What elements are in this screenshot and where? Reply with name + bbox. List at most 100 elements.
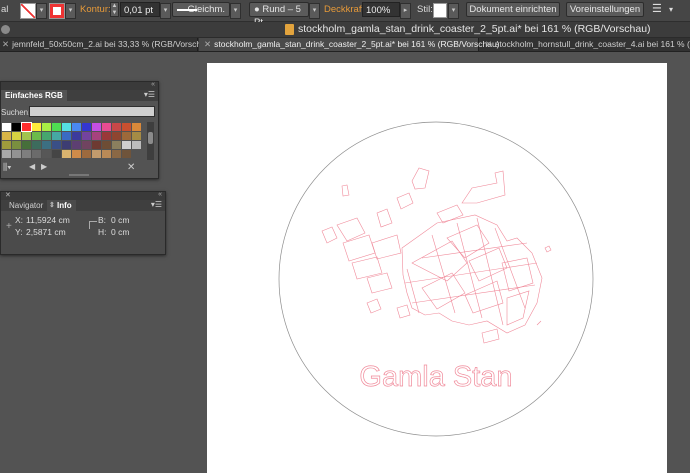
opacity-field[interactable]: 100% — [362, 2, 400, 17]
artboard[interactable]: Gamla Stan — [207, 63, 667, 473]
stroke-swatch[interactable] — [49, 3, 65, 19]
color-swatch[interactable] — [102, 123, 111, 131]
color-swatch[interactable] — [92, 132, 101, 140]
tab-close-icon[interactable]: ✕ — [204, 39, 211, 49]
color-swatch[interactable] — [112, 141, 121, 149]
color-swatch[interactable] — [102, 150, 111, 158]
doc-setup-button[interactable]: Dokument einrichten — [466, 2, 560, 17]
color-swatch[interactable] — [12, 150, 21, 158]
color-swatch[interactable] — [82, 132, 91, 140]
color-swatch[interactable] — [102, 132, 111, 140]
arrange-icon[interactable]: ☰ — [652, 3, 666, 16]
stroke-weight-field[interactable]: 0,01 pt — [120, 2, 160, 17]
color-swatch[interactable] — [122, 132, 131, 140]
stroke-weight-dropdown-icon[interactable]: ▾ — [160, 3, 171, 19]
prev-library-icon[interactable]: ◀ — [29, 162, 35, 171]
swatch-library-icon[interactable]: ⫼▾ — [3, 162, 12, 173]
brush-dropdown-icon[interactable]: ▾ — [309, 3, 320, 19]
brush-select[interactable]: ● Rund – 5 Pt. — [249, 2, 309, 28]
color-swatch[interactable] — [22, 132, 31, 140]
color-swatch[interactable] — [2, 123, 11, 131]
opacity-dropdown-icon[interactable]: ▸ — [400, 3, 411, 19]
color-swatch[interactable] — [2, 141, 11, 149]
color-swatch[interactable] — [32, 141, 41, 149]
collapse-icon[interactable]: « — [158, 191, 162, 198]
color-swatch[interactable] — [12, 141, 21, 149]
tab-hornstull[interactable]: ✕ stockholm_hornstull_drink_coaster_4.ai … — [480, 38, 690, 51]
color-swatch[interactable] — [32, 150, 41, 158]
color-swatch[interactable] — [2, 150, 11, 158]
stroke-weight-stepper[interactable]: ▲ ▼ — [110, 2, 119, 17]
color-swatch[interactable] — [12, 123, 21, 131]
collapse-icon[interactable]: « — [151, 81, 155, 88]
tab-jemnfeld[interactable]: ✕ jemnfeld_50x50cm_2.ai bei 33,33 % (RGB/… — [0, 38, 213, 51]
panel-close-icon[interactable]: ✕ — [5, 191, 11, 199]
tab-einfaches-rgb[interactable]: Einfaches RGB — [1, 90, 67, 101]
swatch-scrollbar[interactable] — [147, 122, 154, 160]
color-swatch[interactable] — [112, 150, 121, 158]
color-swatch[interactable] — [42, 132, 51, 140]
tab-navigator[interactable]: Navigator — [5, 200, 47, 211]
panel-grip[interactable]: ✕ « — [1, 191, 165, 200]
tab-gamla-stan[interactable]: ✕ stockholm_gamla_stan_drink_coaster_2_5p… — [199, 38, 500, 51]
color-swatch[interactable] — [22, 150, 31, 158]
stroke-profile-dropdown-icon[interactable]: ▾ — [230, 3, 241, 19]
color-swatch[interactable] — [72, 141, 81, 149]
color-swatch[interactable] — [92, 123, 101, 131]
color-swatch[interactable] — [62, 141, 71, 149]
color-swatch[interactable] — [132, 132, 141, 140]
preferences-button[interactable]: Voreinstellungen — [566, 2, 644, 17]
stroke-profile-select[interactable]: Gleichm. — [172, 2, 230, 17]
color-swatch[interactable] — [82, 123, 91, 131]
color-swatch[interactable] — [132, 123, 141, 131]
tab-close-icon[interactable]: ✕ — [2, 39, 9, 49]
color-swatch[interactable] — [102, 141, 111, 149]
color-swatch[interactable] — [112, 132, 121, 140]
color-swatch[interactable] — [62, 132, 71, 140]
swatch-options-icon[interactable]: ✕ — [127, 162, 135, 173]
panel-grip[interactable]: « — [1, 81, 158, 90]
color-swatch[interactable] — [132, 141, 141, 149]
color-swatch[interactable] — [12, 132, 21, 140]
tab-close-icon[interactable]: ✕ — [485, 39, 492, 49]
style-swatch[interactable] — [433, 3, 447, 18]
color-swatch[interactable] — [92, 141, 101, 149]
scroll-thumb[interactable] — [148, 132, 153, 144]
deckkraft-label[interactable]: Deckkraft: — [324, 4, 367, 15]
color-swatch[interactable] — [52, 123, 61, 131]
fill-dropdown-icon[interactable]: ▾ — [36, 3, 47, 19]
kontur-label[interactable]: Kontur: — [80, 4, 111, 15]
color-swatch[interactable] — [52, 150, 61, 158]
color-swatch[interactable] — [52, 132, 61, 140]
tab-info[interactable]: ⇕ Info — [47, 200, 76, 211]
color-swatch[interactable] — [72, 123, 81, 131]
fill-swatch[interactable] — [20, 3, 36, 19]
window-close-icon[interactable] — [1, 25, 10, 34]
color-swatch[interactable] — [112, 123, 121, 131]
color-swatch[interactable] — [52, 141, 61, 149]
color-swatch[interactable] — [32, 123, 41, 131]
color-swatch[interactable] — [42, 141, 51, 149]
color-swatch[interactable] — [32, 132, 41, 140]
color-swatch[interactable] — [82, 150, 91, 158]
color-swatch[interactable] — [92, 150, 101, 158]
color-swatch[interactable] — [42, 150, 51, 158]
next-library-icon[interactable]: ▶ — [41, 162, 47, 171]
style-dropdown-icon[interactable]: ▾ — [448, 3, 459, 19]
color-swatch[interactable] — [122, 123, 131, 131]
color-swatch[interactable] — [62, 150, 71, 158]
color-swatch[interactable] — [122, 141, 131, 149]
swatch-search-input[interactable] — [29, 106, 155, 117]
arrange-dropdown-icon[interactable]: ▾ — [669, 3, 679, 16]
color-swatch[interactable] — [82, 141, 91, 149]
color-swatch[interactable] — [2, 132, 11, 140]
panel-menu-icon[interactable]: ▾☰ — [144, 90, 155, 99]
stroke-dropdown-icon[interactable]: ▾ — [65, 3, 76, 19]
color-swatch[interactable] — [22, 141, 31, 149]
color-swatch[interactable] — [21, 122, 32, 132]
color-swatch[interactable] — [122, 150, 131, 158]
color-swatch[interactable] — [62, 123, 71, 131]
panel-menu-icon[interactable]: ▾☰ — [151, 200, 162, 209]
color-swatch[interactable] — [72, 132, 81, 140]
resize-grip[interactable] — [69, 174, 89, 176]
